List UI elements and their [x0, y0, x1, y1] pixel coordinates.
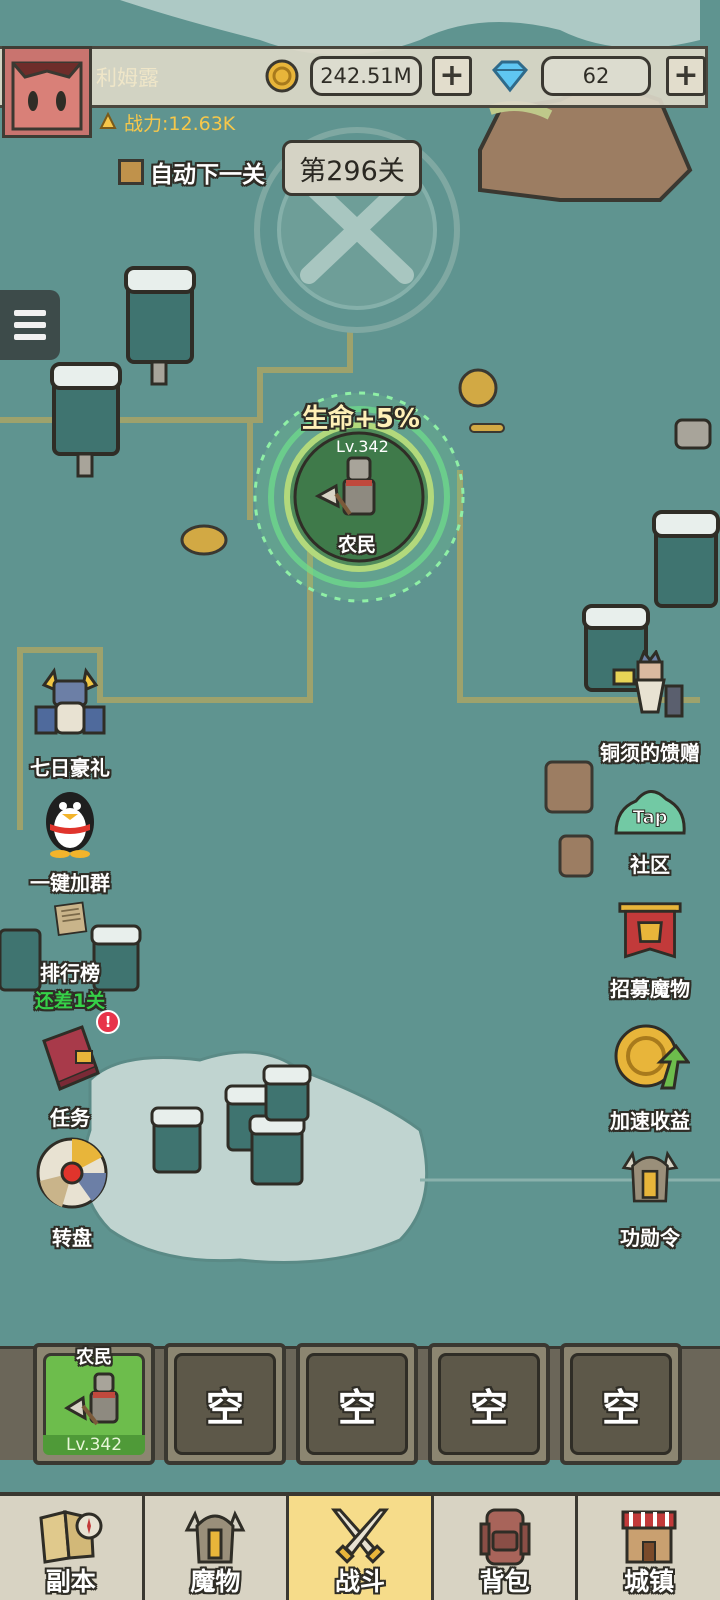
party-slot-empty[interactable]: 空 [296, 1343, 418, 1465]
add-gems-button[interactable]: + [666, 56, 706, 96]
lucky-wheel-button[interactable]: 转盘 [12, 1135, 132, 1251]
power-icon [98, 111, 118, 131]
player-avatar[interactable] [2, 46, 92, 138]
map-icon [39, 1510, 103, 1564]
recruit-monster-button[interactable]: 招募魔物 [580, 900, 720, 1002]
empty-slot-label: 空 [570, 1353, 672, 1455]
merit-order-label: 功勋令 [620, 1226, 680, 1250]
auto-next-checkbox[interactable] [118, 159, 144, 185]
party-slot-empty[interactable]: 空 [428, 1343, 550, 1465]
seven-day-gift-button[interactable]: 七日豪礼 [10, 665, 130, 781]
merit-order-button[interactable]: 功勋令 [580, 1145, 720, 1251]
farmer-portrait-icon [64, 1372, 119, 1426]
menu-line [14, 322, 46, 328]
dwarf-gift-label: 铜须的馈赠 [600, 741, 700, 765]
leaderboard-button[interactable]: 排行榜 还差1关 [10, 900, 130, 1013]
community-label: 社区 [630, 853, 670, 877]
leaderboard-progress: 还差1关 [34, 990, 106, 1012]
add-gold-button[interactable]: + [432, 56, 472, 96]
house-icon [621, 1510, 677, 1564]
dwarf-icon [612, 648, 684, 718]
combat-power: 战力:12.63K [124, 113, 236, 135]
empty-slot-label: 空 [306, 1353, 408, 1455]
party-hero-name: 农民 [76, 1347, 112, 1368]
speed-income-button[interactable]: 加速收益 [580, 1018, 720, 1134]
penguin-icon [46, 792, 94, 858]
hero-name-text: 农民 [338, 534, 377, 556]
quest-alert-badge: ! [96, 1010, 120, 1034]
swords-icon [330, 1508, 390, 1564]
dwarf-gift-button[interactable]: 铜须的馈赠 [580, 648, 720, 766]
gold-amount: 242.51M [310, 56, 422, 96]
bottom-navigation: 副本 魔物 战斗 背包 城镇 [0, 1492, 720, 1600]
leaderboard-label: 排行榜 [40, 961, 100, 985]
party-slot-hero[interactable]: 农民 Lv.342 [33, 1343, 155, 1465]
scroll-icon [53, 901, 88, 937]
auto-next-label: 自动下一关 [150, 162, 265, 188]
tab-battle-label: 战斗 [334, 1567, 385, 1596]
viking-gift-icon [34, 667, 106, 735]
helmet-icon [621, 1150, 679, 1203]
join-group-label: 一键加群 [30, 871, 110, 895]
auto-next-toggle[interactable]: 自动下一关 [118, 155, 265, 189]
join-group-button[interactable]: 一键加群 [10, 780, 130, 896]
menu-line [14, 334, 46, 340]
tab-monsters[interactable]: 魔物 [145, 1496, 290, 1600]
party-slot-empty[interactable]: 空 [560, 1343, 682, 1465]
community-button[interactable]: Tap 社区 [580, 780, 720, 878]
speed-income-label: 加速收益 [610, 1109, 690, 1133]
party-hero-level: Lv.342 [43, 1435, 145, 1455]
coin-arrow-icon [614, 1024, 691, 1090]
empty-slot-label: 空 [438, 1353, 540, 1455]
tab-town[interactable]: 城镇 [578, 1496, 720, 1600]
banner-icon [618, 902, 682, 959]
hero-level-text: Lv.342 [336, 437, 389, 456]
quests-label: 任务 [50, 1106, 90, 1130]
player-name: 利姆露 [96, 66, 159, 90]
backpack-icon [479, 1508, 531, 1566]
tap-icon-text: Tap [633, 807, 668, 828]
hero-bonus-text: 生命+5% [302, 404, 420, 434]
menu-button[interactable] [0, 290, 60, 360]
seven-day-gift-label: 七日豪礼 [30, 756, 110, 780]
gem-amount: 62 [541, 56, 651, 96]
tab-town-label: 城镇 [624, 1567, 675, 1596]
monster-icon [184, 1510, 246, 1564]
tab-dungeon-label: 副本 [45, 1567, 96, 1596]
wheel-icon [36, 1137, 108, 1209]
tab-dungeon[interactable]: 副本 [0, 1496, 145, 1600]
tab-battle[interactable]: 战斗 [289, 1496, 434, 1600]
lucky-wheel-label: 转盘 [52, 1226, 92, 1250]
recruit-monster-label: 招募魔物 [610, 977, 690, 1001]
tap-slime-icon: Tap [614, 790, 686, 835]
gold-coin-icon [264, 58, 300, 94]
tab-backpack[interactable]: 背包 [434, 1496, 579, 1600]
empty-slot-label: 空 [174, 1353, 276, 1455]
diamond-icon [488, 58, 532, 94]
tab-monsters-label: 魔物 [190, 1567, 241, 1596]
party-slot-empty[interactable]: 空 [164, 1343, 286, 1465]
stage-level-badge: 第296关 [282, 140, 422, 196]
menu-line [14, 310, 46, 316]
tab-backpack-label: 背包 [479, 1567, 530, 1596]
